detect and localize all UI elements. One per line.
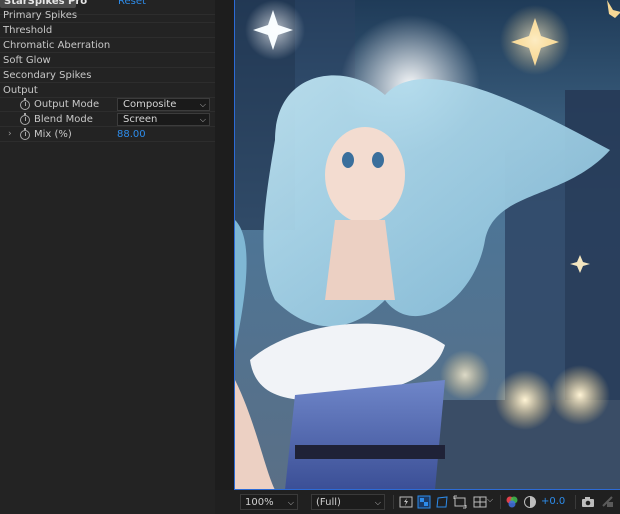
group-label: Soft Glow	[3, 55, 51, 66]
effect-name[interactable]: StarSpikes Pro	[0, 0, 87, 8]
group-soft-glow[interactable]: Soft Glow	[0, 53, 215, 68]
mix-value[interactable]: 88.00	[117, 127, 146, 142]
group-threshold[interactable]: Threshold	[0, 23, 215, 38]
blend-mode-label: Blend Mode	[34, 114, 93, 125]
resolution-value: (Full)	[316, 497, 341, 508]
camera-icon[interactable]	[581, 495, 595, 509]
viewer-toolbar: 100% ⌵ (Full) ⌵ ⌵ +0.0	[215, 490, 620, 514]
region-of-interest-icon[interactable]	[453, 495, 467, 509]
chevron-down-icon: ⌵	[199, 100, 206, 109]
blend-mode-row: Blend Mode Screen ⌵	[0, 112, 215, 127]
exposure-reset-icon[interactable]	[523, 495, 537, 509]
blend-mode-value: Screen	[123, 114, 158, 125]
output-mode-value: Composite	[123, 99, 177, 110]
color-channels-icon[interactable]	[505, 495, 519, 509]
group-primary-spikes[interactable]: Primary Spikes	[0, 8, 215, 23]
composition-frame[interactable]	[234, 0, 620, 490]
group-label: Chromatic Aberration	[3, 40, 111, 51]
show-snapshot-icon[interactable]	[601, 495, 615, 509]
group-secondary-spikes[interactable]: Secondary Spikes	[0, 68, 215, 83]
group-output[interactable]: Output	[0, 83, 215, 98]
composition-image	[235, 0, 620, 489]
exposure-value[interactable]: +0.0	[541, 495, 565, 509]
group-label: Primary Spikes	[3, 10, 78, 21]
toolbar-divider	[393, 495, 394, 509]
group-chromatic-aberration[interactable]: Chromatic Aberration	[0, 38, 215, 53]
output-mode-dropdown[interactable]: Composite ⌵	[117, 98, 210, 111]
mix-label: Mix (%)	[34, 129, 72, 140]
group-label: Secondary Spikes	[3, 70, 92, 81]
zoom-dropdown[interactable]: 100% ⌵	[240, 494, 298, 510]
transparency-grid-icon[interactable]	[417, 495, 431, 509]
chevron-down-icon: ⌵	[287, 498, 294, 507]
toolbar-divider	[500, 495, 501, 509]
chevron-down-icon: ⌵	[374, 498, 381, 507]
fast-preview-icon[interactable]	[399, 495, 413, 509]
mix-row: › Mix (%) 88.00	[0, 127, 215, 142]
grid-guides-icon[interactable]	[473, 495, 487, 509]
zoom-value: 100%	[245, 497, 274, 508]
toolbar-divider	[575, 495, 576, 509]
output-mode-label: Output Mode	[34, 99, 100, 110]
chevron-down-icon: ⌵	[199, 115, 206, 124]
twirl-right-icon[interactable]: ›	[8, 127, 12, 142]
group-label: Threshold	[3, 25, 53, 36]
composition-viewer: 100% ⌵ (Full) ⌵ ⌵ +0.0	[215, 0, 620, 514]
stopwatch-icon[interactable]	[20, 113, 30, 125]
effect-controls-panel: StarSpikes Pro Reset Primary Spikes Thre…	[0, 0, 215, 514]
mask-visibility-icon[interactable]	[435, 495, 449, 509]
output-mode-row: Output Mode Composite ⌵	[0, 97, 215, 112]
stopwatch-icon[interactable]	[20, 98, 30, 110]
chevron-down-icon[interactable]: ⌵	[487, 495, 493, 505]
resolution-dropdown[interactable]: (Full) ⌵	[311, 494, 385, 510]
blend-mode-dropdown[interactable]: Screen ⌵	[117, 113, 210, 126]
group-label: Output	[3, 85, 38, 96]
stopwatch-icon[interactable]	[20, 128, 30, 140]
